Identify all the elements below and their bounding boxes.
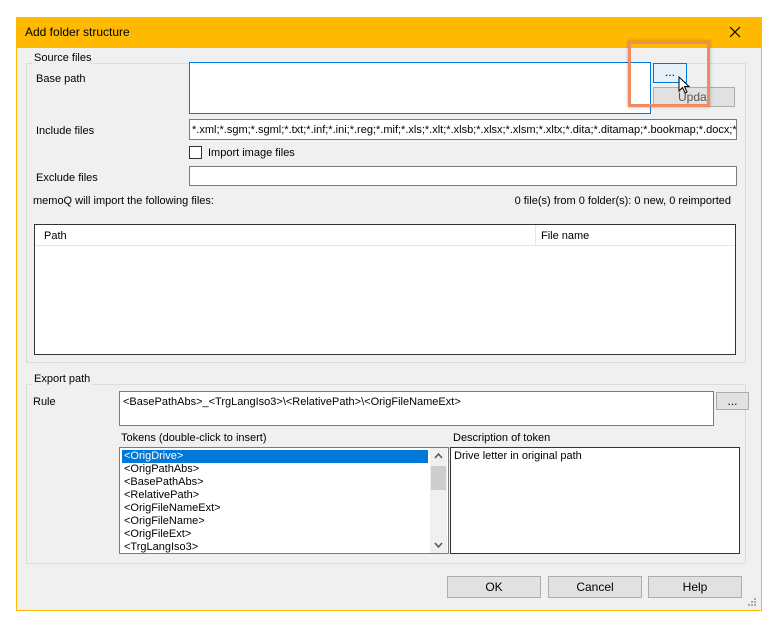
table-header: Path File name — [35, 225, 735, 246]
column-header-file-name[interactable]: File name — [541, 230, 589, 242]
resize-grip-icon[interactable] — [748, 598, 757, 607]
include-files-label: Include files — [36, 125, 95, 137]
ok-button[interactable]: OK — [447, 576, 541, 598]
exclude-files-input[interactable] — [189, 166, 737, 186]
files-table[interactable]: Path File name — [34, 224, 736, 355]
token-item[interactable]: <OrigFileExt> — [122, 528, 428, 541]
rule-label: Rule — [33, 396, 56, 408]
cancel-button[interactable]: Cancel — [548, 576, 642, 598]
token-item[interactable]: <OrigFileNameExt> — [122, 502, 428, 515]
scrollbar-thumb[interactable] — [431, 466, 446, 490]
rule-builder-button[interactable]: ... — [716, 392, 749, 410]
column-header-path[interactable]: Path — [44, 230, 67, 242]
token-item[interactable]: <OrigPathAbs> — [122, 463, 428, 476]
export-path-legend: Export path — [32, 373, 93, 385]
rule-input[interactable]: <BasePathAbs>_<TrgLangIso3>\<RelativePat… — [119, 391, 714, 426]
token-item[interactable]: <BasePathAbs> — [122, 476, 428, 489]
description-label: Description of token — [453, 432, 551, 444]
token-item[interactable]: <OrigFileName> — [122, 515, 428, 528]
import-images-checkbox[interactable] — [189, 146, 202, 159]
base-path-input[interactable] — [189, 62, 651, 114]
tokens-label: Tokens (double-click to insert) — [121, 432, 267, 444]
tokens-scrollbar[interactable] — [430, 448, 447, 553]
token-item[interactable]: <RelativePath> — [122, 489, 428, 502]
import-images-label: Import image files — [208, 147, 295, 159]
help-button[interactable]: Help — [648, 576, 742, 598]
dialog-title: Add folder structure — [25, 25, 130, 39]
scroll-down-icon[interactable] — [434, 542, 443, 548]
source-files-legend: Source files — [32, 52, 94, 64]
token-item[interactable]: <OrigDrive> — [122, 450, 428, 463]
file-count-text: 0 file(s) from 0 folder(s): 0 new, 0 rei… — [514, 195, 731, 207]
token-item[interactable]: <TrgLangIso3> — [122, 541, 428, 554]
import-info-text: memoQ will import the following files: — [33, 195, 214, 207]
scroll-up-icon[interactable] — [434, 453, 443, 459]
base-path-label: Base path — [36, 73, 86, 85]
tokens-list[interactable]: <OrigDrive> <OrigPathAbs> <BasePathAbs> … — [119, 447, 449, 554]
include-files-input[interactable]: *.xml;*.sgm;*.sgml;*.txt;*.inf;*.ini;*.r… — [189, 119, 737, 140]
close-icon[interactable] — [729, 26, 741, 38]
exclude-files-label: Exclude files — [36, 172, 98, 184]
highlight-box — [628, 41, 710, 107]
description-box: Drive letter in original path — [450, 447, 740, 554]
column-divider[interactable] — [535, 225, 536, 245]
mouse-cursor-icon — [678, 76, 691, 94]
